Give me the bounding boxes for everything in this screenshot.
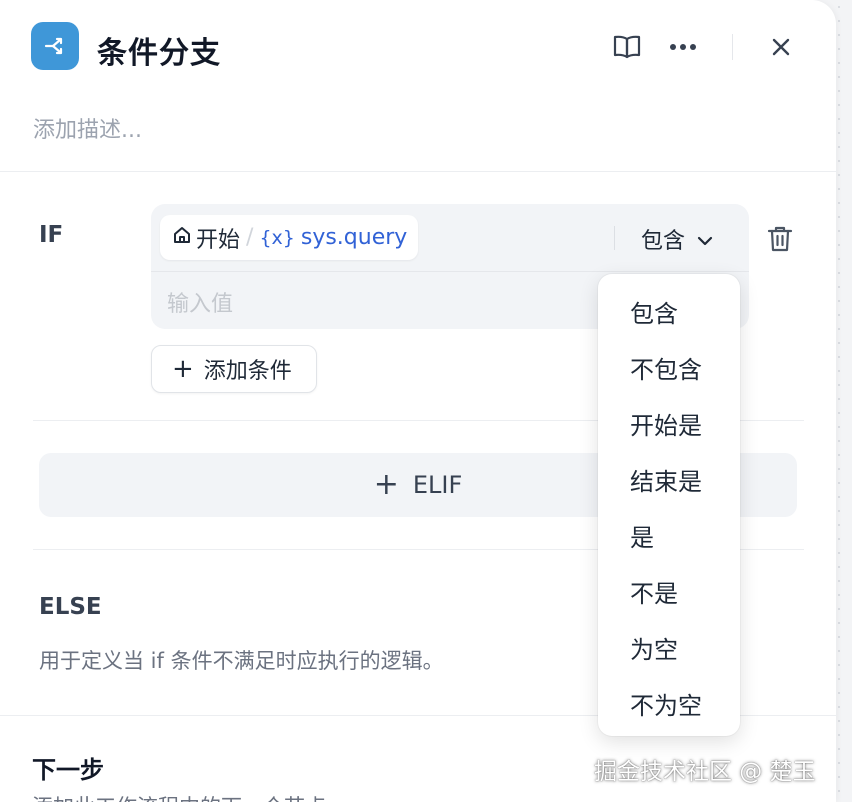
watermark: 掘金技术社区 @ 楚玉: [594, 759, 816, 785]
operator-select[interactable]: 包含: [641, 224, 713, 254]
trash-icon[interactable]: [763, 222, 797, 256]
plus-icon: +: [172, 354, 194, 384]
book-icon[interactable]: [610, 30, 644, 64]
dropdown-option[interactable]: 开始是: [630, 406, 702, 441]
dropdown-option[interactable]: 包含: [630, 294, 678, 329]
next-step-title: 下一步: [32, 756, 104, 784]
section-divider: [0, 171, 836, 172]
operator-value: 包含: [641, 229, 686, 254]
home-icon: [172, 225, 192, 251]
next-step-description: 添加此工作流程中的下一个节点: [32, 791, 326, 802]
dropdown-option[interactable]: 是: [630, 518, 654, 553]
dropdown-option[interactable]: 不为空: [630, 686, 702, 721]
variable-name: sys.query: [300, 225, 408, 250]
plus-icon: +: [373, 467, 399, 502]
operator-divider: [614, 226, 615, 250]
dropdown-option[interactable]: 为空: [630, 630, 678, 665]
description-input[interactable]: 添加描述...: [33, 112, 142, 144]
dropdown-option[interactable]: 不包含: [630, 350, 702, 385]
elif-label: ELIF: [412, 471, 463, 499]
variable-selector[interactable]: 开始 / {x} sys.query: [160, 215, 418, 260]
branch-icon: [31, 22, 79, 70]
variable-icon: {x}: [259, 226, 295, 249]
more-icon[interactable]: [666, 30, 700, 64]
dropdown-option[interactable]: 结束是: [630, 462, 702, 497]
if-label: IF: [39, 222, 64, 248]
page-title: 条件分支: [97, 36, 221, 71]
operator-dropdown: 包含 不包含 开始是 结束是 是 不是 为空 不为空: [598, 274, 740, 736]
path-separator: /: [246, 225, 254, 250]
condition-divider: [151, 271, 749, 272]
node-name: 开始: [196, 227, 241, 253]
header-divider: [732, 34, 733, 60]
add-condition-label: 添加条件: [203, 359, 292, 384]
add-condition-button[interactable]: + 添加条件: [151, 345, 317, 393]
else-title: ELSE: [39, 594, 102, 620]
close-icon[interactable]: [764, 30, 798, 64]
value-input[interactable]: 输入值: [167, 286, 233, 318]
dropdown-option[interactable]: 不是: [630, 574, 678, 609]
chevron-down-icon: [697, 227, 713, 252]
else-description: 用于定义当 if 条件不满足时应执行的逻辑。: [39, 649, 444, 673]
